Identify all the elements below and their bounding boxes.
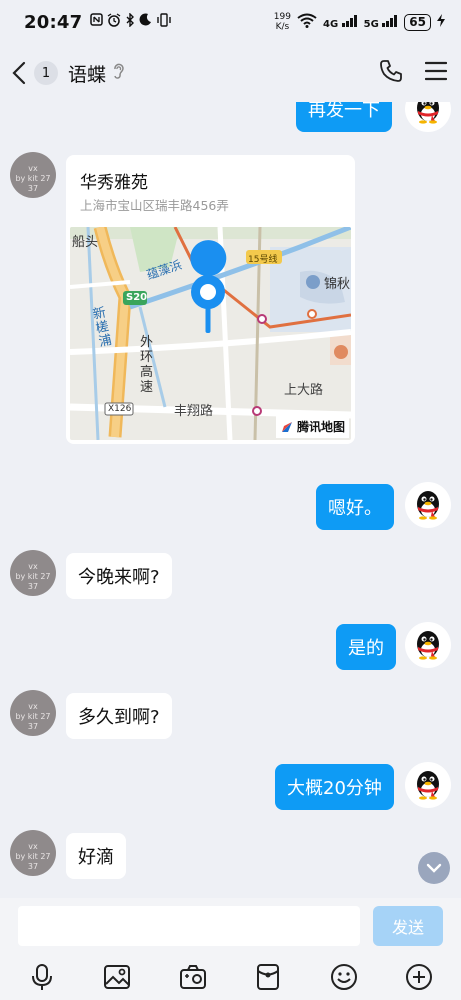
my-avatar[interactable] bbox=[405, 482, 451, 528]
input-toolbar bbox=[0, 954, 461, 1000]
friend-avatar[interactable]: vx by kit 27 37 bbox=[10, 152, 56, 198]
qq-penguin-avatar bbox=[417, 771, 439, 800]
my-avatar[interactable] bbox=[405, 622, 451, 668]
input-bar: 发送 bbox=[0, 898, 461, 954]
charging-icon bbox=[437, 14, 445, 30]
voice-button[interactable] bbox=[24, 959, 60, 995]
phone-call-button[interactable] bbox=[379, 59, 403, 87]
net-speed: 199 K/s bbox=[273, 12, 291, 32]
friend-avatar[interactable]: vx by kit 27 37 bbox=[10, 830, 56, 876]
location-address: 上海市宝山区瑞丰路456弄 bbox=[80, 198, 229, 213]
chat-header: 1 语蝶 bbox=[0, 44, 461, 102]
phone-icon bbox=[380, 60, 402, 82]
back-button[interactable] bbox=[12, 59, 32, 87]
signal-5g: 5G bbox=[364, 14, 399, 30]
signal-4g: 4G bbox=[323, 14, 358, 30]
plus-icon bbox=[406, 964, 433, 990]
earpiece-mode-icon bbox=[112, 63, 124, 83]
status-right: 199 K/s 4G 5G 65 bbox=[274, 12, 445, 32]
wifi-icon bbox=[297, 13, 317, 31]
vibrate-icon bbox=[156, 13, 172, 31]
send-button[interactable]: 发送 bbox=[373, 906, 443, 946]
friend-avatar[interactable]: vx by kit 27 37 bbox=[10, 550, 56, 596]
image-icon bbox=[104, 965, 131, 989]
message-bubble-incoming[interactable]: 今晚来啊? bbox=[66, 553, 172, 599]
alarm-icon bbox=[107, 13, 121, 31]
battery-indicator: 65 bbox=[404, 13, 431, 31]
qq-penguin-avatar bbox=[417, 491, 439, 520]
message-bubble-incoming[interactable]: 好滴 bbox=[66, 833, 126, 879]
location-title: 华秀雅苑 bbox=[80, 173, 148, 193]
location-map[interactable]: 船头 蕴藻浜 15号线 锦秋 S20 新槎浦 外环高速 上大路 X126 丰翔路… bbox=[70, 227, 351, 440]
unread-count-badge[interactable]: 1 bbox=[34, 61, 58, 85]
menu-button[interactable] bbox=[424, 61, 448, 85]
moon-icon bbox=[139, 13, 152, 31]
location-card[interactable]: 华秀雅苑 上海市宝山区瑞丰路456弄 船头 蕴藻浜 15号线 锦秋 S20 新槎… bbox=[66, 155, 355, 444]
header-actions bbox=[379, 59, 448, 87]
message-list[interactable]: 再发一下 vx by kit 27 37 华秀雅苑 上海市宝山区瑞丰路456弄 bbox=[0, 102, 461, 898]
qq-penguin-avatar bbox=[417, 631, 439, 660]
red-packet-button[interactable] bbox=[250, 959, 286, 995]
tencent-map-logo-icon bbox=[281, 421, 292, 432]
chevron-down-icon bbox=[426, 863, 442, 873]
scroll-to-bottom-button[interactable] bbox=[418, 852, 450, 884]
system-icons bbox=[90, 12, 172, 31]
red-packet-icon bbox=[257, 964, 280, 990]
more-button[interactable] bbox=[401, 959, 437, 995]
bluetooth-icon bbox=[125, 12, 135, 31]
message-bubble-outgoing[interactable]: 再发一下 bbox=[296, 102, 392, 132]
message-input[interactable] bbox=[18, 906, 360, 946]
chevron-left-icon bbox=[12, 61, 26, 85]
message-bubble-outgoing[interactable]: 嗯好。 bbox=[316, 484, 394, 530]
status-bar: 20:47 199 K/s 4G 5G 65 bbox=[0, 0, 461, 44]
mic-icon bbox=[31, 964, 52, 990]
friend-avatar[interactable]: vx by kit 27 37 bbox=[10, 690, 56, 736]
my-avatar[interactable] bbox=[405, 762, 451, 808]
message-bubble-incoming[interactable]: 多久到啊? bbox=[66, 693, 172, 739]
qq-penguin-avatar bbox=[417, 102, 439, 124]
hamburger-menu-icon bbox=[424, 61, 448, 81]
map-provider-badge: 腾讯地图 bbox=[275, 415, 349, 438]
emoji-icon bbox=[330, 964, 357, 990]
contact-name[interactable]: 语蝶 bbox=[68, 60, 106, 87]
status-time: 20:47 bbox=[24, 11, 83, 33]
message-bubble-outgoing[interactable]: 是的 bbox=[336, 624, 396, 670]
nfc-icon bbox=[90, 13, 104, 31]
emoji-button[interactable] bbox=[326, 959, 362, 995]
photo-button[interactable] bbox=[99, 959, 135, 995]
message-bubble-outgoing[interactable]: 大概20分钟 bbox=[275, 764, 394, 810]
my-avatar[interactable] bbox=[405, 102, 451, 132]
camera-button[interactable] bbox=[175, 959, 211, 995]
camera-icon bbox=[179, 965, 206, 989]
